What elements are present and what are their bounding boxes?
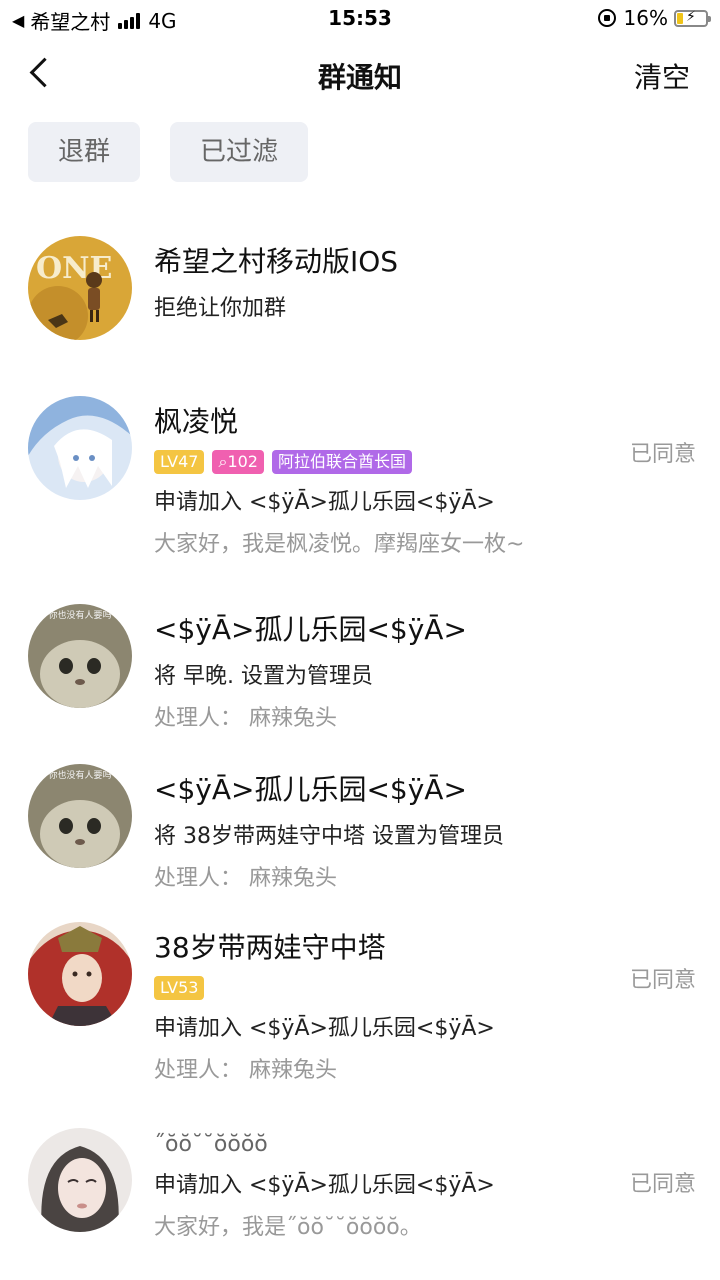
- level-badge: LV47: [154, 450, 205, 474]
- search-count: 102: [227, 452, 258, 471]
- status-bar: ◀ 希望之村 4G 15:53 16% ⚡: [0, 0, 720, 36]
- item-message: 拒绝让你加群: [154, 296, 287, 321]
- notification-item[interactable]: ONE 希望之村移动版IOS 拒绝让你加群: [0, 236, 720, 346]
- status-label: 已同意: [629, 1172, 696, 1197]
- item-detail: 处理人： 麻辣兔头: [154, 706, 337, 731]
- avatar[interactable]: 你也没有人要吗: [28, 604, 132, 708]
- notification-item[interactable]: 枫凌悦 LV47 ⌕102 阿拉伯联合酋长国 申请加入 <$ÿĀ>孤儿乐园<$ÿ…: [0, 396, 720, 557]
- item-message: 将 38岁带两娃守中塔 设置为管理员: [154, 824, 504, 849]
- item-message: 申请加入 <$ÿĀ>孤儿乐园<$ÿĀ>: [154, 1016, 495, 1041]
- status-label: 已同意: [629, 968, 696, 993]
- notification-item[interactable]: 你也没有人要吗 <$ÿĀ>孤儿乐园<$ÿĀ> 将 早晚. 设置为管理员 处理人：…: [0, 604, 720, 731]
- badges: LV53: [154, 976, 700, 1000]
- badges: LV47 ⌕102 阿拉伯联合酋长国: [154, 450, 700, 474]
- item-detail: 处理人： 麻辣兔头: [154, 866, 337, 891]
- rotation-lock-icon: [597, 9, 616, 27]
- avatar-caption: 你也没有人要吗: [48, 609, 111, 621]
- item-content: <$ÿĀ>孤儿乐园<$ÿĀ> 将 早晚. 设置为管理员 处理人： 麻辣兔头: [154, 608, 700, 732]
- filter-chip-quit-group[interactable]: 退群: [28, 122, 141, 182]
- notification-item[interactable]: 38岁带两娃守中塔 LV53 申请加入 <$ÿĀ>孤儿乐园<$ÿĀ> 处理人： …: [0, 922, 720, 1083]
- avatar[interactable]: [28, 1128, 132, 1232]
- notification-item[interactable]: ˝ŏŏ˘˘ŏŏŏŏ 申请加入 <$ÿĀ>孤儿乐园<$ÿĀ> 大家好，我是˝ŏŏ˘…: [0, 1128, 720, 1241]
- notification-item[interactable]: 你也没有人要吗 <$ÿĀ>孤儿乐园<$ÿĀ> 将 38岁带两娃守中塔 设置为管理…: [0, 764, 720, 891]
- item-content: <$ÿĀ>孤儿乐园<$ÿĀ> 将 38岁带两娃守中塔 设置为管理员 处理人： 麻…: [154, 768, 700, 892]
- avatar[interactable]: [28, 922, 132, 1026]
- item-title: <$ÿĀ>孤儿乐园<$ÿĀ>: [154, 773, 467, 806]
- avatar-caption: 你也没有人要吗: [48, 769, 111, 781]
- item-title: 希望之村移动版IOS: [154, 245, 399, 278]
- avatar[interactable]: ONE: [28, 236, 132, 340]
- status-label: 已同意: [629, 442, 696, 467]
- clear-button[interactable]: 清空: [634, 56, 690, 96]
- item-content: 38岁带两娃守中塔 LV53 申请加入 <$ÿĀ>孤儿乐园<$ÿĀ> 处理人： …: [154, 926, 700, 1084]
- item-title: <$ÿĀ>孤儿乐园<$ÿĀ>: [154, 613, 467, 646]
- item-content: 枫凌悦 LV47 ⌕102 阿拉伯联合酋长国 申请加入 <$ÿĀ>孤儿乐园<$ÿ…: [154, 400, 700, 558]
- item-content: 希望之村移动版IOS 拒绝让你加群: [154, 240, 700, 322]
- navigation-bar: 群通知 清空: [0, 40, 720, 108]
- item-detail: 处理人： 麻辣兔头: [154, 1058, 337, 1083]
- region-badge: 阿拉伯联合酋长国: [271, 450, 412, 474]
- page-title: 群通知: [317, 61, 402, 94]
- item-title: ˝ŏŏ˘˘ŏŏŏŏ: [154, 1132, 268, 1157]
- avatar[interactable]: 你也没有人要吗: [28, 764, 132, 868]
- item-message: 申请加入 <$ÿĀ>孤儿乐园<$ÿĀ>: [154, 1173, 495, 1198]
- battery-icon: ⚡: [674, 9, 711, 27]
- filter-chip-filtered[interactable]: 已过滤: [170, 122, 309, 182]
- item-title: 38岁带两娃守中塔: [154, 931, 386, 964]
- item-title: 枫凌悦: [154, 405, 239, 438]
- status-right: 16% ⚡: [597, 6, 711, 30]
- item-message: 申请加入 <$ÿĀ>孤儿乐园<$ÿĀ>: [154, 490, 495, 515]
- battery-percent: 16%: [623, 6, 668, 30]
- item-detail: 大家好，我是˝ŏŏ˘˘ŏŏŏŏ。: [154, 1215, 422, 1240]
- item-detail: 大家好，我是枫凌悦。摩羯座女一枚~: [154, 532, 525, 557]
- item-message: 将 早晚. 设置为管理员: [154, 664, 373, 689]
- search-count-badge: ⌕102: [212, 450, 264, 474]
- level-badge: LV53: [154, 976, 205, 1000]
- avatar[interactable]: [28, 396, 132, 500]
- filter-chips: 退群 已过滤: [28, 122, 338, 182]
- item-content: ˝ŏŏ˘˘ŏŏŏŏ 申请加入 <$ÿĀ>孤儿乐园<$ÿĀ> 大家好，我是˝ŏŏ˘…: [154, 1132, 700, 1241]
